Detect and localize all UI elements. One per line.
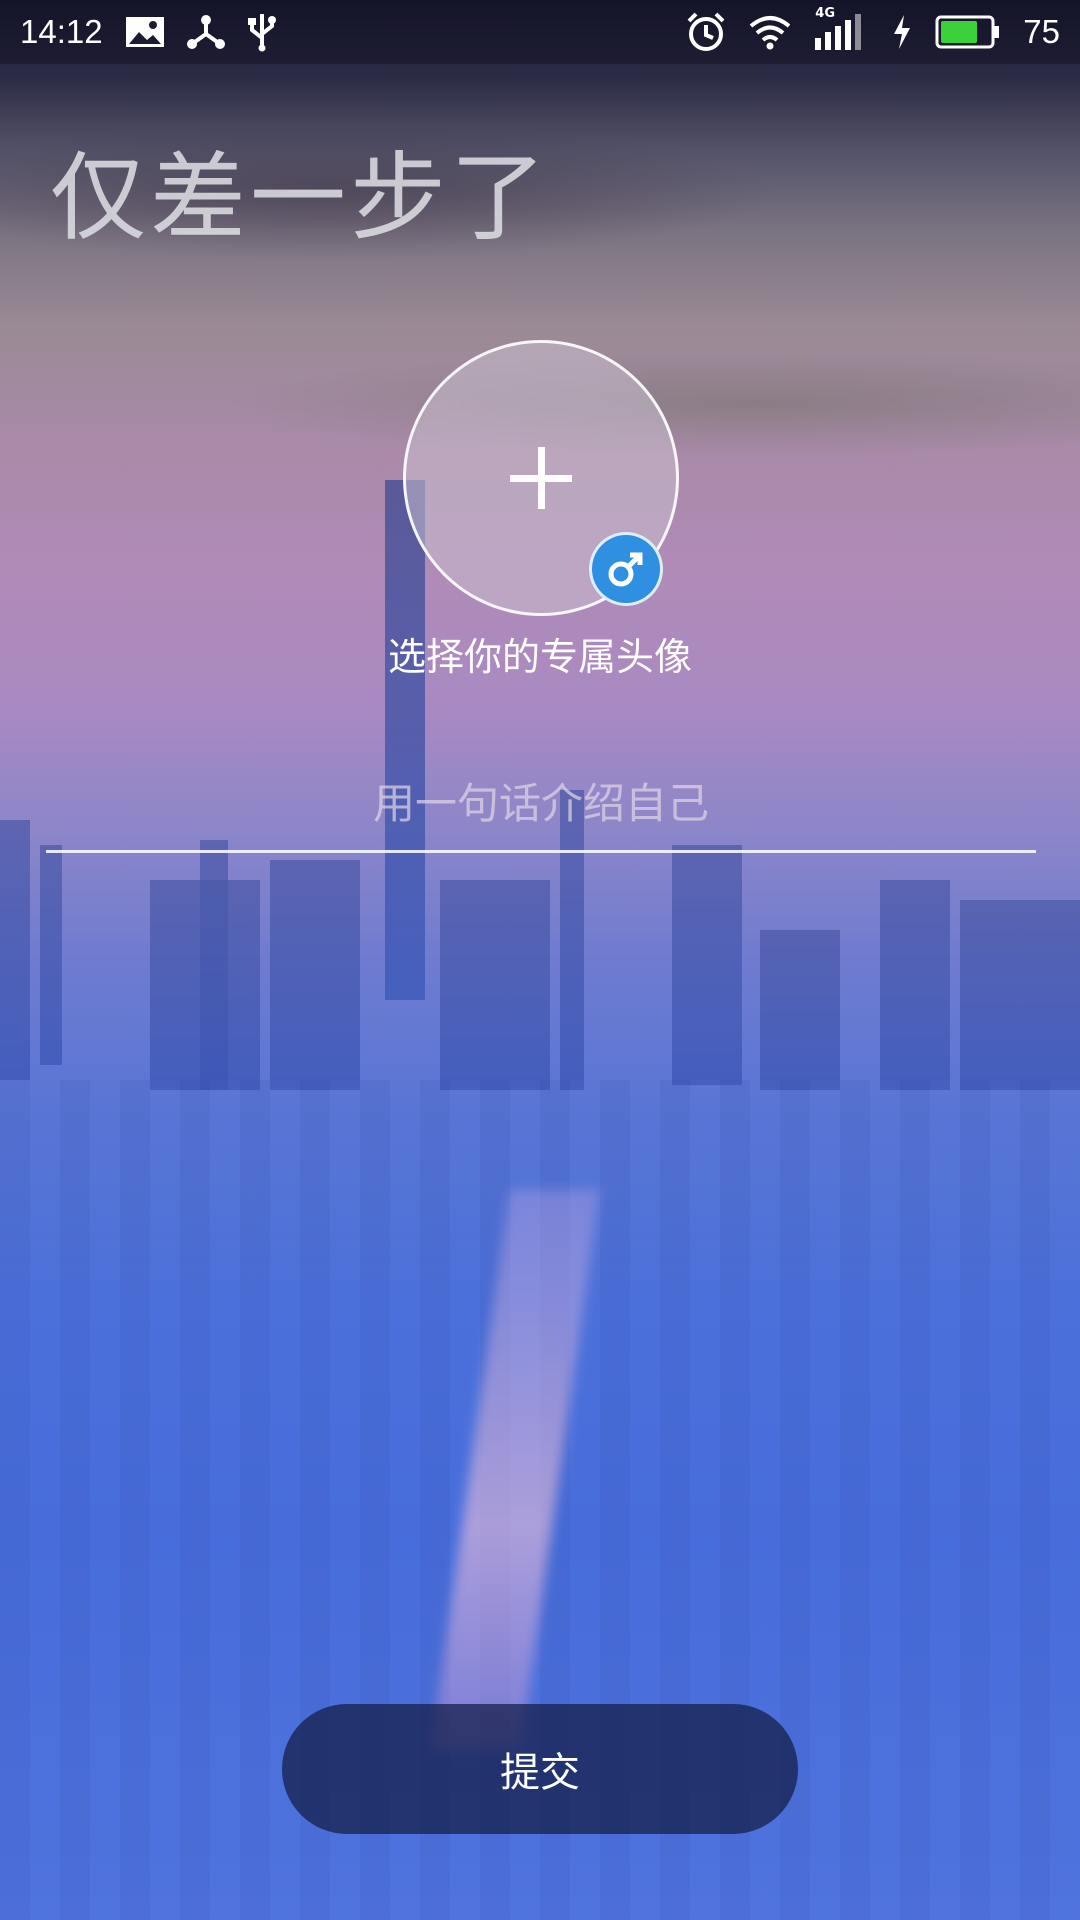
wifi-icon <box>749 14 791 50</box>
battery-icon <box>935 14 1001 50</box>
avatar-caption: 选择你的专属头像 <box>387 635 692 679</box>
bio-input[interactable] <box>46 756 1036 853</box>
image-icon <box>125 16 165 48</box>
page-title: 仅差一步了 <box>50 142 550 254</box>
charging-icon <box>891 14 913 50</box>
male-gender-icon[interactable] <box>589 532 663 606</box>
submit-button[interactable]: 提交 <box>282 1704 798 1834</box>
plus-icon <box>510 447 572 509</box>
usb-icon <box>247 12 277 52</box>
status-time: 14:12 <box>20 13 103 50</box>
share-icon <box>186 14 225 50</box>
submit-button-label: 提交 <box>500 1750 580 1796</box>
network-type-label: 4G <box>815 6 835 21</box>
alarm-icon <box>685 11 727 53</box>
signal-icon: 4G <box>813 6 869 52</box>
status-bar: 14:12 4G 75 <box>0 0 1080 64</box>
avatar-picker[interactable] <box>403 340 679 616</box>
battery-percent: 75 <box>1023 13 1060 50</box>
